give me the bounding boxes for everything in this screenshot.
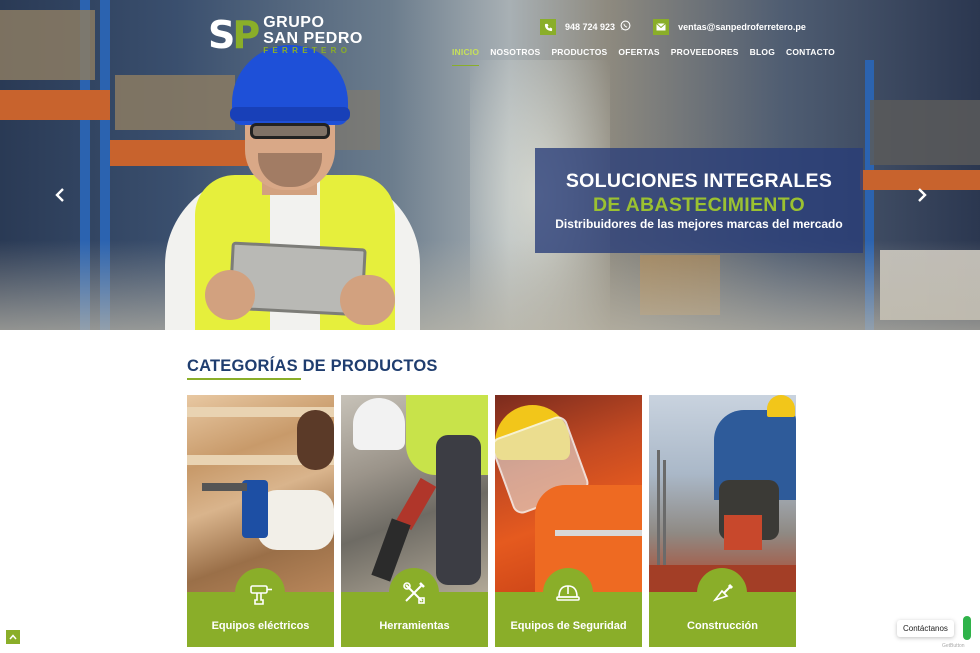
nav-item-nosotros[interactable]: NOSOTROS <box>490 47 540 66</box>
nav-item-blog[interactable]: BLOG <box>750 47 775 66</box>
nav-item-contacto[interactable]: CONTACTO <box>786 47 835 66</box>
tools-icon <box>389 568 439 618</box>
hero-banner: SOLUCIONES INTEGRALES DE ABASTECIMIENTO … <box>535 148 863 253</box>
phone-icon <box>540 19 556 35</box>
category-card-equipos-electricos[interactable]: Equipos eléctricos <box>187 395 334 647</box>
category-photo <box>649 395 796 592</box>
page: SP GRUPO SAN PEDRO FERRETERO 948 724 923… <box>0 0 980 653</box>
category-photo <box>341 395 488 592</box>
nav-item-ofertas[interactable]: OFERTAS <box>618 47 659 66</box>
whatsapp-icon[interactable] <box>620 20 631 34</box>
banner-tagline: Distribuidores de las mejores marcas del… <box>555 217 843 231</box>
rack-beam <box>860 170 980 190</box>
warehouse-floor <box>0 240 980 330</box>
logo-line-2: SAN PEDRO <box>263 30 363 47</box>
scroll-top-button[interactable] <box>6 630 20 644</box>
chat-tooltip[interactable]: Contáctanos <box>897 620 954 637</box>
banner-heading: SOLUCIONES INTEGRALES <box>565 170 833 192</box>
nav-item-productos[interactable]: PRODUCTOS <box>551 47 607 66</box>
main-nav: INICIO NOSOTROS PRODUCTOS OFERTAS PROVEE… <box>452 47 835 66</box>
slider-next-arrow[interactable] <box>917 188 927 206</box>
chat-footer-text: GetButton <box>942 643 965 649</box>
rack-boxes <box>0 10 95 80</box>
site-logo[interactable]: SP GRUPO SAN PEDRO FERRETERO <box>208 15 363 55</box>
logo-line-3: FERRETERO <box>263 46 352 55</box>
drill-icon <box>235 568 285 618</box>
slider-prev-arrow[interactable] <box>55 188 65 206</box>
category-label: Construcción <box>687 620 758 632</box>
category-photo <box>495 395 642 592</box>
category-photo <box>187 395 334 592</box>
nav-item-proveedores[interactable]: PROVEEDORES <box>671 47 739 66</box>
category-label: Equipos de Seguridad <box>510 620 627 632</box>
rack-boxes <box>870 100 980 165</box>
categories-title: CATEGORÍAS DE PRODUCTOS <box>187 357 438 375</box>
chat-button[interactable] <box>963 616 971 640</box>
category-card-equipos-de-seguridad[interactable]: Equipos de Seguridad <box>495 395 642 647</box>
banner-subheading: DE ABASTECIMIENTO <box>592 194 806 216</box>
category-card-construccion[interactable]: Construcción <box>649 395 796 647</box>
category-card-herramientas[interactable]: Herramientas <box>341 395 488 647</box>
trowel-icon <box>697 568 747 618</box>
email-icon <box>653 19 670 35</box>
rack-beam <box>0 90 110 120</box>
phone-number[interactable]: 948 724 923 <box>565 22 615 32</box>
category-label: Equipos eléctricos <box>211 620 310 632</box>
helmet-icon <box>543 568 593 618</box>
hero-worker-image <box>150 35 440 330</box>
categories-title-underline <box>187 378 301 380</box>
contact-bar: 948 724 923 ventas@sanpedroferretero.pe <box>540 19 806 35</box>
category-label: Herramientas <box>379 620 450 632</box>
email-address[interactable]: ventas@sanpedroferretero.pe <box>678 22 806 32</box>
logo-line-1: GRUPO <box>263 14 325 31</box>
logo-mark: SP <box>208 13 260 57</box>
nav-item-inicio[interactable]: INICIO <box>452 47 480 66</box>
